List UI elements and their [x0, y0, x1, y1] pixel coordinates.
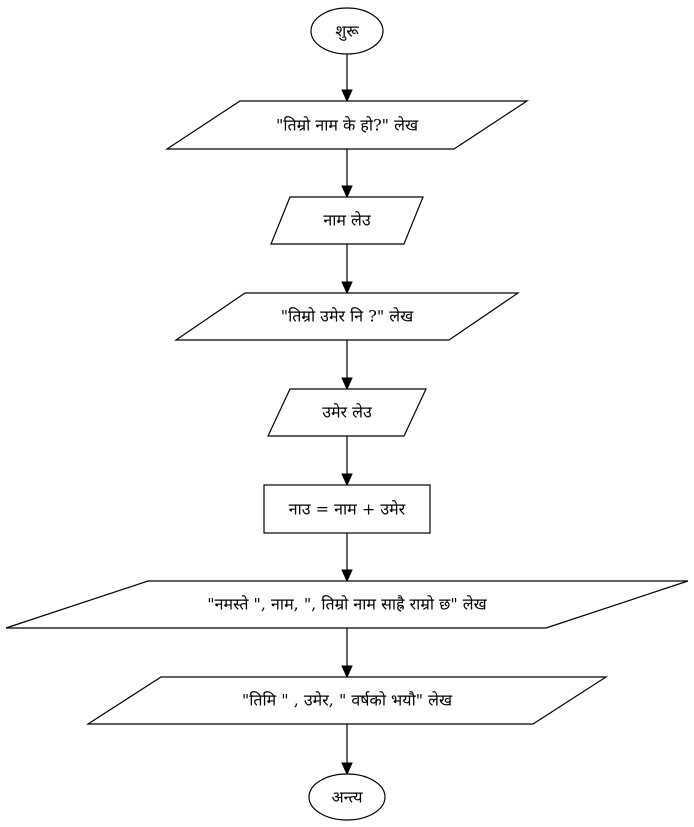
- node-output-age-message: "तिमि " , उमेर, " वर्षको भयौ" लेख: [85, 676, 609, 725]
- node-input-age-label: उमेर लेउ: [322, 403, 373, 422]
- node-start-label: शुरू: [335, 22, 359, 42]
- node-input-age: उमेर लेउ: [267, 388, 427, 437]
- node-output-age-message-label: "तिमि " , उमेर, " वर्षको भयौ" लेख: [242, 691, 453, 710]
- edge-in2-to-proc1: [341, 436, 353, 487]
- node-output-ask-name: "तिम्रो नाम के हो?" लेख: [164, 100, 530, 150]
- node-input-name-label: नाम लेउ: [323, 211, 372, 230]
- node-start: शुरू: [310, 7, 384, 55]
- nodes: शुरू "तिम्रो नाम के हो?" लेख नाम लेउ "ति…: [5, 7, 689, 821]
- node-input-name: नाम लेउ: [270, 196, 424, 245]
- edge-in1-to-out2: [341, 244, 353, 295]
- node-output-ask-age-label: "तिम्रो उमेर नि ?" लेख: [281, 307, 414, 326]
- flowchart: शुरू "तिम्रो नाम के हो?" लेख नाम लेउ "ति…: [5, 7, 689, 821]
- node-output-greeting-label: "नमस्ते ", नाम, ", तिम्रो नाम साह्रै राम…: [207, 595, 487, 614]
- node-process-concat-label: नाउ = नाम + उमेर: [289, 500, 406, 519]
- edge-out4-to-end: [341, 724, 353, 776]
- edge-start-to-out1: [341, 54, 353, 103]
- node-output-ask-age: "तिम्रो उमेर नि ?" लेख: [174, 292, 520, 341]
- edge-out3-to-out4: [341, 628, 353, 679]
- node-end: अन्त्य: [308, 773, 386, 821]
- node-end-label: अन्त्य: [331, 788, 363, 807]
- node-output-ask-name-label: "तिम्रो नाम के हो?" लेख: [276, 116, 419, 135]
- edge-proc1-to-out3: [341, 533, 353, 583]
- edge-out1-to-in1: [341, 149, 353, 199]
- edge-out2-to-in2: [341, 340, 353, 391]
- node-process-concat: नाउ = नाम + उमेर: [263, 484, 431, 534]
- node-output-greeting: "नमस्ते ", नाम, ", तिम्रो नाम साह्रै राम…: [5, 580, 689, 629]
